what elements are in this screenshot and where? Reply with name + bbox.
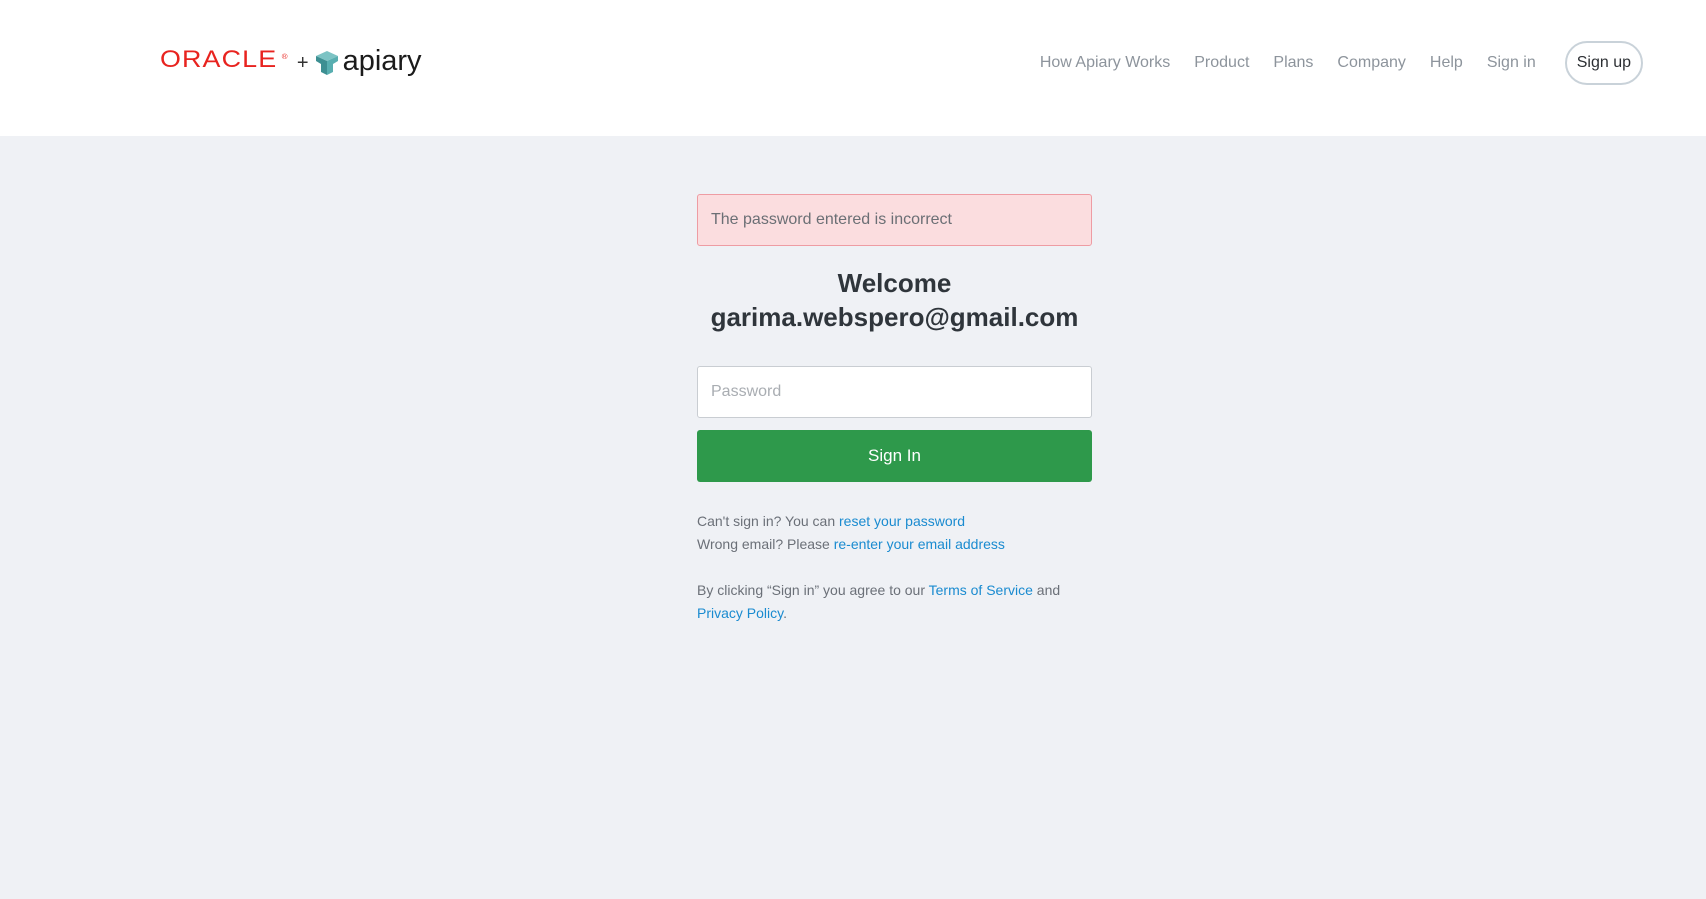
password-input[interactable] (697, 366, 1092, 418)
error-alert: The password entered is incorrect (697, 194, 1092, 246)
welcome-text: Welcome (837, 268, 952, 298)
nav-help[interactable]: Help (1430, 54, 1463, 72)
registered-mark: ® (281, 54, 289, 61)
oracle-apiary-logo[interactable]: ORACLE ® + apiary (160, 45, 422, 79)
welcome-heading: Welcome garima.webspero@gmail.com (697, 266, 1092, 334)
welcome-email: garima.webspero@gmail.com (710, 302, 1079, 332)
reset-password-link[interactable]: reset your password (839, 513, 965, 529)
apiary-wordmark: apiary (342, 45, 422, 77)
wrong-email-text: Wrong email? Please (697, 536, 834, 552)
terms-of-service-link[interactable]: Terms of Service (929, 582, 1033, 598)
site-header: ORACLE ® + apiary How Apiary Works Produc… (0, 0, 1706, 136)
nav-sign-in[interactable]: Sign in (1487, 54, 1536, 72)
signin-help: Can't sign in? You can reset your passwo… (697, 510, 1092, 556)
logo-plus: + (296, 52, 309, 74)
main-nav: How Apiary Works Product Plans Company H… (1016, 41, 1643, 85)
nav-company[interactable]: Company (1337, 54, 1405, 72)
sign-up-button[interactable]: Sign up (1564, 41, 1643, 85)
reenter-email-link[interactable]: re-enter your email address (834, 536, 1005, 552)
signin-panel: The password entered is incorrect Welcom… (697, 194, 1092, 625)
main-content: The password entered is incorrect Welcom… (0, 136, 1706, 899)
nav-plans[interactable]: Plans (1273, 54, 1313, 72)
privacy-policy-link[interactable]: Privacy Policy (697, 605, 783, 621)
oracle-wordmark: ORACLE ® (160, 47, 289, 79)
reset-password-line: Can't sign in? You can reset your passwo… (697, 510, 1092, 533)
reenter-email-line: Wrong email? Please re-enter your email … (697, 533, 1092, 556)
nav-product[interactable]: Product (1194, 54, 1249, 72)
oracle-text: ORACLE (160, 46, 278, 73)
apiary-cube-icon (315, 51, 338, 75)
cant-signin-text: Can't sign in? You can (697, 513, 840, 529)
sign-in-submit-button[interactable]: Sign In (697, 430, 1092, 482)
terms-notice: By clicking “Sign in” you agree to our T… (697, 579, 1092, 625)
terms-period: . (783, 605, 787, 621)
terms-prefix-text: By clicking “Sign in” you agree to our (697, 582, 929, 598)
terms-and-text: and (1032, 582, 1061, 598)
nav-how-apiary-works[interactable]: How Apiary Works (1040, 54, 1170, 72)
